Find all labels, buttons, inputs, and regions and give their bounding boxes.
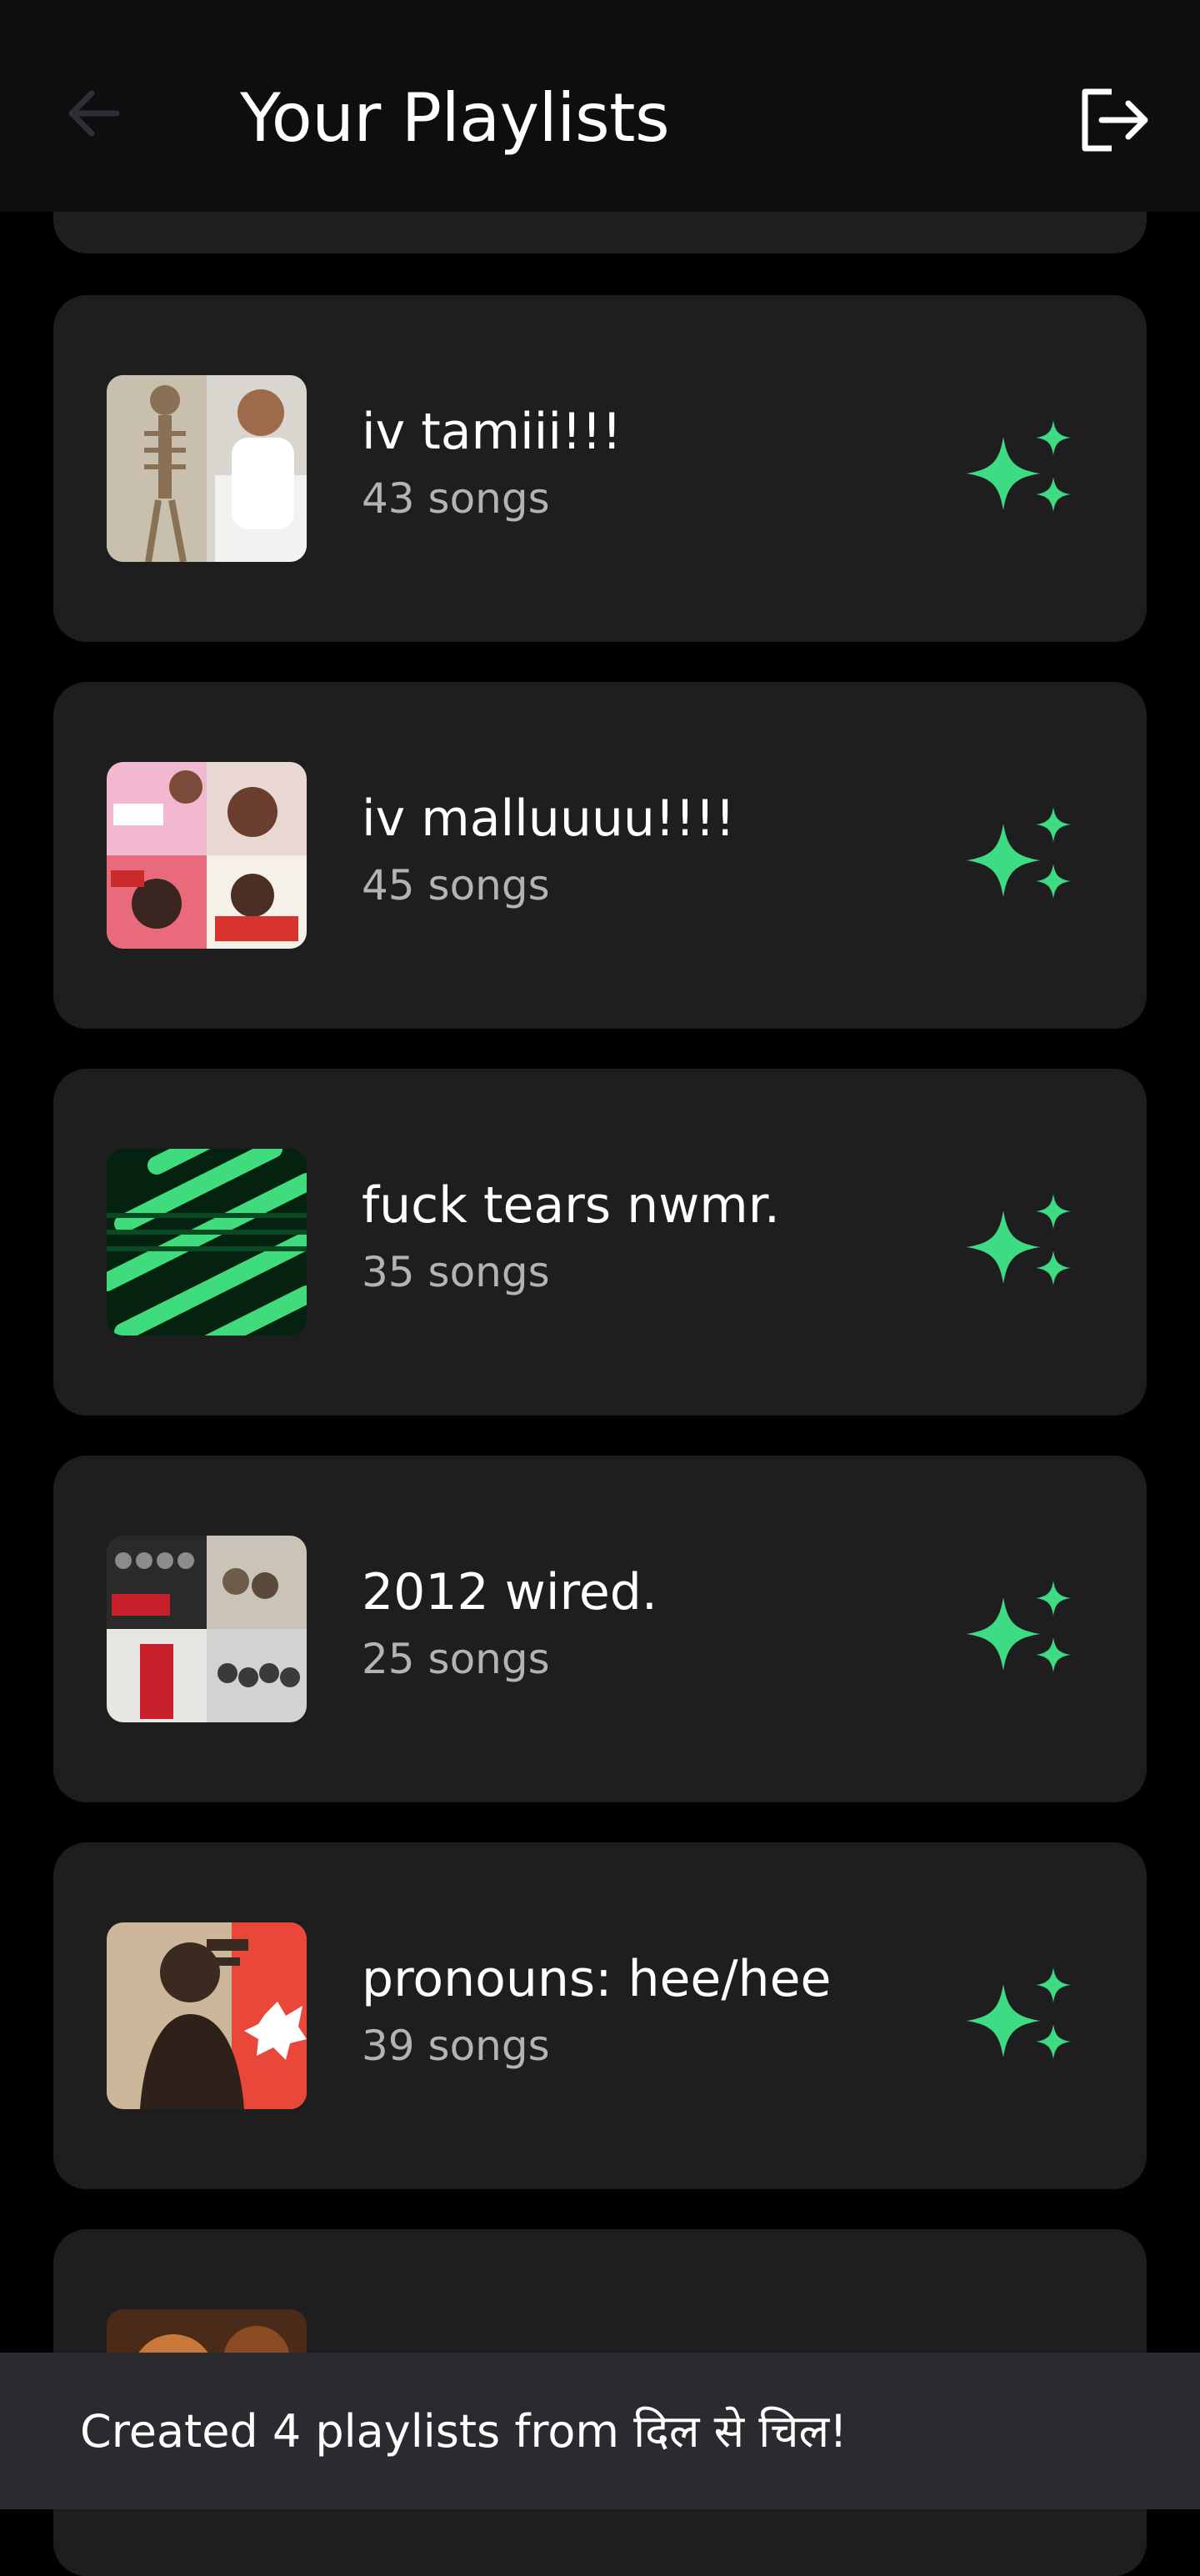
playlist-song-count: 25 songs bbox=[362, 1635, 550, 1683]
logout-icon bbox=[1082, 88, 1148, 152]
playlist-card[interactable]: fuck tears nwmr. 35 songs bbox=[53, 1069, 1147, 1416]
sparkle-icon[interactable] bbox=[967, 412, 1083, 529]
playlist-song-count: 35 songs bbox=[362, 1248, 550, 1296]
playlist-card[interactable]: pronouns: hee/hee 39 songs bbox=[53, 1842, 1147, 2189]
playlist-title: 2012 wired. bbox=[362, 1563, 658, 1621]
app-bar: Your Playlists bbox=[0, 0, 1200, 212]
playlist-title: iv tamiii!!! bbox=[362, 403, 622, 461]
sparkle-icon[interactable] bbox=[967, 799, 1083, 915]
playlist-song-count: 39 songs bbox=[362, 2022, 550, 2070]
logout-button[interactable] bbox=[1075, 80, 1155, 160]
back-button[interactable] bbox=[60, 80, 127, 147]
playlist-title: pronouns: hee/hee bbox=[362, 1950, 832, 2008]
playlist-title: fuck tears nwmr. bbox=[362, 1176, 780, 1235]
sparkle-icon[interactable] bbox=[967, 1572, 1083, 1689]
sparkle-icon[interactable] bbox=[967, 1185, 1083, 1302]
playlist-cover-image bbox=[107, 1922, 307, 2109]
playlist-cover-image bbox=[107, 1536, 307, 1722]
playlist-card[interactable]: iv malluuuu!!!! 45 songs bbox=[53, 682, 1147, 1029]
playlist-song-count: 45 songs bbox=[362, 861, 550, 910]
playlist-title: iv malluuuu!!!! bbox=[362, 789, 736, 848]
arrow-left-icon bbox=[68, 90, 120, 137]
playlist-cover-image bbox=[107, 375, 307, 562]
sparkle-icon[interactable] bbox=[967, 1959, 1083, 2076]
playlist-song-count: 43 songs bbox=[362, 474, 550, 523]
playlist-card[interactable]: 2012 wired. 25 songs bbox=[53, 1456, 1147, 1802]
playlist-cover-image bbox=[107, 762, 307, 949]
snackbar: Created 4 playlists from दिल से चिल! bbox=[0, 2353, 1200, 2509]
snackbar-message: Created 4 playlists from दिल से चिल! bbox=[80, 2405, 848, 2458]
playlist-card[interactable]: iv tamiii!!! 43 songs bbox=[53, 295, 1147, 642]
page-title: Your Playlists bbox=[240, 79, 670, 157]
playlist-cover-image bbox=[107, 1149, 307, 1336]
